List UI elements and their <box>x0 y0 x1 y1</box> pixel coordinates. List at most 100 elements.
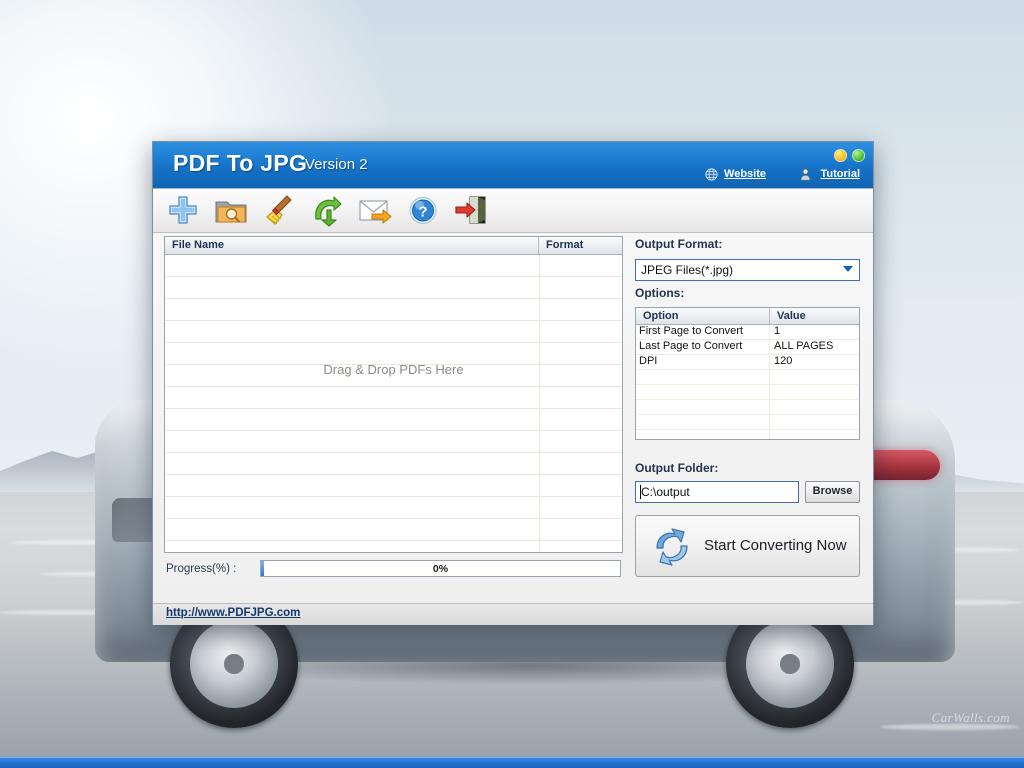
cell-format <box>540 277 622 298</box>
options-row[interactable] <box>636 385 859 400</box>
option-name: DPI <box>636 355 770 369</box>
options-row[interactable]: First Page to Convert1 <box>636 325 859 340</box>
status-bar: http://www.PDFJPG.com <box>153 603 873 625</box>
cell-filename <box>165 519 540 540</box>
progress-value: 0% <box>261 563 620 575</box>
start-converting-button[interactable]: Start Converting Now <box>635 515 860 577</box>
option-value[interactable]: 120 <box>770 355 859 369</box>
table-row[interactable] <box>165 387 622 409</box>
cell-filename <box>165 409 540 430</box>
table-row[interactable] <box>165 277 622 299</box>
browse-button[interactable]: Browse <box>805 481 860 503</box>
table-row[interactable] <box>165 409 622 431</box>
output-folder-input[interactable]: C:\output <box>635 481 799 503</box>
cell-format <box>540 541 622 553</box>
options-table-header: Option Value <box>636 308 859 325</box>
settings-panel: Output Format: JPEG Files(*.jpg) Options… <box>635 233 865 599</box>
wallpaper-watermark: CarWalls.com <box>932 710 1010 726</box>
cell-filename <box>165 299 540 320</box>
option-value[interactable]: 1 <box>770 325 859 339</box>
options-row[interactable] <box>636 400 859 415</box>
table-row[interactable] <box>165 299 622 321</box>
cell-format <box>540 409 622 430</box>
close-button[interactable] <box>852 149 865 162</box>
table-row[interactable] <box>165 475 622 497</box>
column-header-option[interactable]: Option <box>636 308 770 324</box>
progress-row: Progress(%) : 0% <box>164 560 621 579</box>
cell-filename <box>165 365 540 386</box>
cell-format <box>540 475 622 496</box>
clear-list-button[interactable] <box>260 193 298 228</box>
website-link[interactable]: Website <box>724 168 766 180</box>
table-row[interactable] <box>165 431 622 453</box>
title-bar[interactable]: PDF To JPG Version 2 Website Tutorial <box>153 142 873 189</box>
cell-filename <box>165 541 540 553</box>
column-header-filename[interactable]: File Name <box>165 237 539 254</box>
add-folder-button[interactable] <box>212 193 250 228</box>
options-row[interactable]: Last Page to ConvertALL PAGES <box>636 340 859 355</box>
email-button[interactable] <box>356 193 394 228</box>
option-value[interactable] <box>770 430 859 440</box>
cell-filename <box>165 343 540 364</box>
homepage-link[interactable]: http://www.PDFJPG.com <box>166 607 300 619</box>
refresh-sync-icon <box>650 526 694 568</box>
options-row[interactable] <box>636 370 859 385</box>
cell-format <box>540 255 622 276</box>
exit-button[interactable] <box>452 193 490 228</box>
table-row[interactable] <box>165 321 622 343</box>
option-value[interactable]: ALL PAGES <box>770 340 859 354</box>
cell-format <box>540 343 622 364</box>
table-row[interactable] <box>165 453 622 475</box>
option-name: First Page to Convert <box>636 325 770 339</box>
globe-icon <box>705 168 718 181</box>
option-value[interactable] <box>770 415 859 429</box>
window-body: File Name Format Drag & Drop PDFs Here P… <box>153 233 873 603</box>
help-button[interactable]: ? <box>404 193 442 228</box>
options-row[interactable]: DPI120 <box>636 355 859 370</box>
option-name: Last Page to Convert <box>636 340 770 354</box>
cell-format <box>540 321 622 342</box>
cell-format <box>540 497 622 518</box>
option-value[interactable] <box>770 400 859 414</box>
option-value[interactable] <box>770 370 859 384</box>
car-rim-front <box>190 620 278 708</box>
option-name <box>636 430 770 440</box>
options-row[interactable] <box>636 415 859 430</box>
output-format-value: JPEG Files(*.jpg) <box>641 263 733 277</box>
file-list-rows <box>165 255 622 553</box>
output-folder-value: C:\output <box>641 485 690 499</box>
output-format-label: Output Format: <box>635 237 722 251</box>
file-list[interactable]: File Name Format Drag & Drop PDFs Here <box>164 236 623 553</box>
table-row[interactable] <box>165 343 622 365</box>
option-name <box>636 385 770 399</box>
options-row[interactable] <box>636 430 859 440</box>
car-rim-rear <box>746 620 834 708</box>
app-title: PDF To JPG <box>173 150 307 177</box>
add-files-button[interactable] <box>164 193 202 228</box>
cell-format <box>540 387 622 408</box>
svg-text:?: ? <box>418 204 427 221</box>
table-row[interactable] <box>165 255 622 277</box>
tutorial-link[interactable]: Tutorial <box>820 168 860 180</box>
column-header-value[interactable]: Value <box>770 308 859 324</box>
option-name <box>636 400 770 414</box>
progress-bar: 0% <box>260 560 621 577</box>
column-header-format[interactable]: Format <box>539 237 622 254</box>
application-window: PDF To JPG Version 2 Website Tutorial <box>152 141 874 625</box>
table-row[interactable] <box>165 365 622 387</box>
cell-filename <box>165 475 540 496</box>
option-value[interactable] <box>770 385 859 399</box>
progress-label: Progress(%) : <box>166 563 236 575</box>
taskbar[interactable] <box>0 757 1024 768</box>
minimize-button[interactable] <box>834 149 847 162</box>
table-row[interactable] <box>165 497 622 519</box>
convert-button[interactable] <box>308 193 346 228</box>
table-row[interactable] <box>165 519 622 541</box>
app-version-label: Version 2 <box>305 156 368 173</box>
output-format-select[interactable]: JPEG Files(*.jpg) <box>635 259 860 281</box>
table-row[interactable] <box>165 541 622 553</box>
cell-format <box>540 519 622 540</box>
cell-format <box>540 299 622 320</box>
file-list-header: File Name Format <box>165 237 622 255</box>
options-table[interactable]: Option Value First Page to Convert1Last … <box>635 307 860 440</box>
